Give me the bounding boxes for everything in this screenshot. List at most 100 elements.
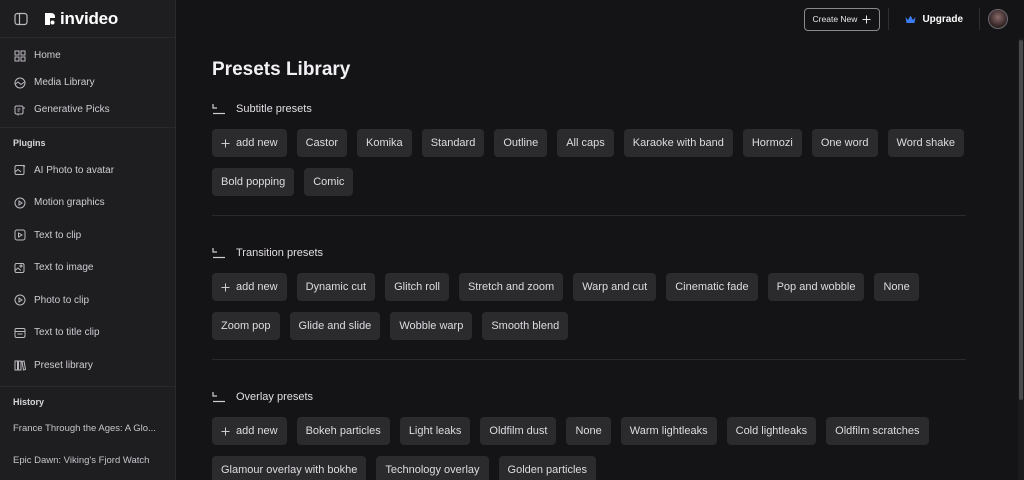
group-title: Overlay presets xyxy=(236,391,314,403)
preset-chip[interactable]: All caps xyxy=(557,129,614,157)
sidebar-item-label: Text to title clip xyxy=(34,327,100,339)
preset-chip-list: add new Castor Komika Standard Outline All ca… xyxy=(212,129,966,196)
preset-chip[interactable]: Oldfilm dust xyxy=(480,417,557,445)
sidebar-item-label: Media Library xyxy=(34,77,95,88)
home-icon xyxy=(14,50,26,61)
preset-chip[interactable]: Smooth blend xyxy=(482,312,569,340)
add-new-preset-button[interactable]: add new xyxy=(212,273,287,301)
sidebar-item-label: Text to image xyxy=(34,262,94,274)
sidebar-item-text-to-title-clip[interactable]: Text to title clip xyxy=(0,317,175,350)
preset-chip[interactable]: Cold lightleaks xyxy=(726,417,817,445)
scrollbar-thumb[interactable] xyxy=(1019,40,1023,400)
add-new-preset-button[interactable]: add new xyxy=(212,129,287,157)
preset-chip[interactable]: Bokeh particles xyxy=(296,417,390,445)
photo-avatar-icon xyxy=(14,164,26,176)
plus-icon xyxy=(221,427,230,435)
plus-icon xyxy=(862,15,871,23)
create-new-button[interactable]: Create New xyxy=(803,7,881,31)
add-new-label: add new xyxy=(236,425,278,437)
preset-chip[interactable]: Warm lightleaks xyxy=(620,417,717,445)
create-new-label: Create New xyxy=(812,14,858,24)
brand-logo[interactable]: invideo xyxy=(42,9,118,29)
text-to-title-clip-icon xyxy=(14,327,26,338)
preset-chip[interactable]: Dynamic cut xyxy=(296,273,376,301)
sidebar: invideo Home Media Library Generative Pi… xyxy=(0,0,176,480)
preset-chip[interactable]: Cinematic fade xyxy=(666,273,758,301)
user-avatar[interactable] xyxy=(988,9,1008,29)
sidebar-item-preset-library[interactable]: Preset library xyxy=(0,349,175,382)
sidebar-item-label: AI Photo to avatar xyxy=(34,164,115,176)
page-title: Presets Library xyxy=(212,59,351,80)
sidebar-item-label: Preset library xyxy=(34,359,93,371)
sidebar-item-text-to-clip[interactable]: Text to clip xyxy=(0,219,175,252)
preset-chip[interactable]: Word shake xyxy=(887,129,965,157)
preset-chip[interactable]: None xyxy=(566,417,611,445)
sidebar-item-label: Photo to clip xyxy=(34,294,90,306)
sidebar-item-label: Motion graphics xyxy=(34,197,105,209)
sidebar-item-motion-graphics[interactable]: Motion graphics xyxy=(0,187,175,220)
preset-chip[interactable]: Bold popping xyxy=(212,168,295,196)
transition-presets-group: Transition presets add new Dynamic cut Gli… xyxy=(212,246,966,340)
preset-chip[interactable]: Stretch and zoom xyxy=(458,273,564,301)
history-item[interactable]: France Through the Ages: A Glo... xyxy=(0,413,175,445)
preset-chip[interactable]: Glide and slide xyxy=(289,312,381,340)
plus-icon xyxy=(221,139,230,147)
sidebar-top: invideo xyxy=(0,0,175,38)
plus-icon xyxy=(221,283,230,291)
preset-chip[interactable]: Golden particles xyxy=(498,456,597,480)
sidebar-toggle-button[interactable] xyxy=(0,0,42,38)
section-divider xyxy=(212,215,966,216)
preset-chip[interactable]: Glamour overlay with bokhe xyxy=(212,456,367,480)
add-new-preset-button[interactable]: add new xyxy=(212,417,287,445)
sidebar-item-ai-photo-to-avatar[interactable]: AI Photo to avatar xyxy=(0,154,175,187)
overlay-presets-group: Overlay presets add new Bokeh particles Li… xyxy=(212,390,966,480)
history-item[interactable]: Epic Dawn: Viking's Fjord Watch xyxy=(0,445,175,477)
photo-to-clip-icon xyxy=(14,294,26,306)
preset-chip[interactable]: Pop and wobble xyxy=(767,273,865,301)
media-library-icon xyxy=(14,77,26,88)
sidebar-item-media-library[interactable]: Media Library xyxy=(0,69,175,96)
preset-chip[interactable]: Comic xyxy=(304,168,354,196)
crown-icon xyxy=(905,15,916,23)
preset-chip[interactable]: Outline xyxy=(494,129,548,157)
preset-chip[interactable]: Light leaks xyxy=(399,417,471,445)
generative-picks-icon xyxy=(14,105,25,115)
upgrade-button[interactable]: Upgrade xyxy=(905,14,963,25)
preset-chip[interactable]: Oldfilm scratches xyxy=(826,417,929,445)
preset-chip[interactable]: None xyxy=(874,273,919,301)
subtitle-presets-group: Subtitle presets add new Castor Komika Stan… xyxy=(212,102,966,196)
preset-chip[interactable]: One word xyxy=(811,129,878,157)
sidebar-nav: Home Media Library Generative Picks xyxy=(0,38,175,128)
sidebar-item-text-to-image[interactable]: Text to image xyxy=(0,252,175,285)
preset-chip[interactable]: Technology overlay xyxy=(376,456,489,480)
add-new-label: add new xyxy=(236,281,278,293)
sidebar-history: History France Through the Ages: A Glo..… xyxy=(0,387,175,477)
invideo-logo-icon xyxy=(45,12,55,25)
header-divider xyxy=(888,8,890,30)
preset-chip[interactable]: Glitch roll xyxy=(385,273,449,301)
preset-chip[interactable]: Wobble warp xyxy=(390,312,473,340)
motion-graphics-icon xyxy=(14,197,26,209)
preset-chip[interactable]: Castor xyxy=(296,129,347,157)
group-header: Overlay presets xyxy=(212,390,966,404)
sidebar-item-home[interactable]: Home xyxy=(0,42,175,69)
sidebar-item-label: Generative Picks xyxy=(34,104,110,115)
top-header: Create New Upgrade xyxy=(177,0,1024,38)
preset-chip[interactable]: Hormozi xyxy=(742,129,802,157)
preset-library-icon xyxy=(14,360,26,371)
sidebar-item-label: Text to clip xyxy=(34,229,82,241)
preset-chip[interactable]: Warp and cut xyxy=(573,273,657,301)
add-new-label: add new xyxy=(236,137,278,149)
preset-group-icon xyxy=(212,248,225,259)
sidebar-toggle-icon xyxy=(14,12,28,25)
sidebar-item-generative-picks[interactable]: Generative Picks xyxy=(0,96,175,123)
preset-chip[interactable]: Komika xyxy=(357,129,412,157)
sidebar-item-photo-to-clip[interactable]: Photo to clip xyxy=(0,284,175,317)
header-divider xyxy=(979,8,980,30)
preset-chip[interactable]: Standard xyxy=(421,129,485,157)
preset-chip[interactable]: Karaoke with band xyxy=(623,129,733,157)
preset-chip[interactable]: Zoom pop xyxy=(212,312,280,340)
plugins-heading: Plugins xyxy=(13,138,46,148)
group-title: Subtitle presets xyxy=(236,103,312,115)
brand-name: invideo xyxy=(60,8,119,28)
